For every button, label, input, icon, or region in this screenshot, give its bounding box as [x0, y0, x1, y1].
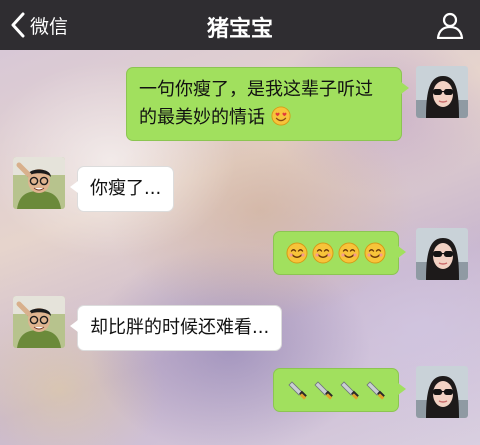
contact-profile-button[interactable]	[436, 11, 464, 40]
message-bubble-outgoing[interactable]	[273, 368, 406, 412]
message-bubble-incoming[interactable]: 你瘦了...	[69, 166, 175, 212]
heart-eyes-smiley-icon	[271, 106, 291, 126]
smiley-icon	[338, 242, 360, 264]
avatar-contact[interactable]	[13, 157, 65, 209]
navigation-bar: 微信 猪宝宝	[0, 0, 480, 50]
emoji-row	[286, 236, 386, 270]
person-icon	[436, 12, 464, 40]
chat-title: 猪宝宝	[206, 17, 273, 42]
woman-sunglasses-avatar	[416, 366, 468, 418]
message-text: 一句你瘦了，是我这辈子听过的最美妙的情话	[139, 79, 373, 128]
man-glasses-avatar	[13, 296, 65, 348]
knife-icon	[366, 381, 385, 400]
message-text: 你瘦了...	[90, 178, 162, 199]
knife-icon	[340, 381, 359, 400]
avatar-self[interactable]	[416, 66, 468, 118]
smiley-icon	[312, 242, 334, 264]
avatar-contact[interactable]	[13, 296, 65, 348]
knife-icon	[314, 381, 333, 400]
knife-icon	[288, 381, 307, 400]
man-glasses-avatar	[13, 157, 65, 209]
woman-sunglasses-avatar	[416, 66, 468, 118]
emoji-row	[286, 373, 386, 407]
woman-sunglasses-avatar	[416, 228, 468, 280]
message-bubble-outgoing[interactable]: 一句你瘦了，是我这辈子听过的最美妙的情话	[126, 67, 409, 141]
avatar-self[interactable]	[416, 366, 468, 418]
avatar-self[interactable]	[416, 228, 468, 280]
smiley-icon	[364, 242, 386, 264]
smiley-icon	[286, 242, 308, 264]
message-bubble-incoming[interactable]: 却比胖的时候还难看...	[69, 305, 283, 351]
chat-area[interactable]: 一句你瘦了，是我这辈子听过的最美妙的情话 你瘦了... 却比胖的时候还难看...	[0, 50, 480, 445]
message-bubble-outgoing[interactable]	[273, 231, 406, 275]
message-text: 却比胖的时候还难看...	[90, 317, 270, 338]
